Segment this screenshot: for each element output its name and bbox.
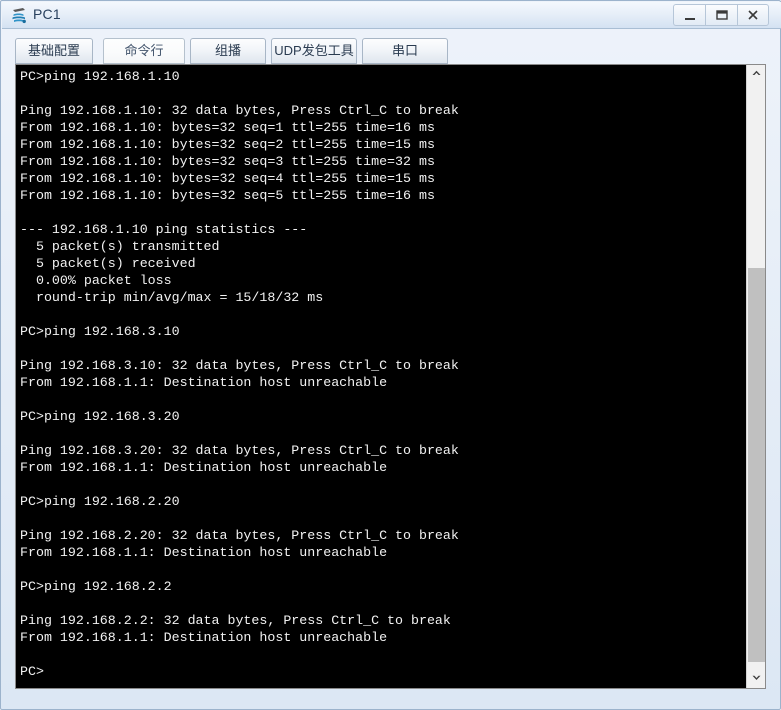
window-title: PC1 [33,6,61,22]
tab-label: UDP发包工具 [274,43,354,58]
close-icon [748,10,758,20]
pc-device-icon [10,6,29,25]
tab-command-line[interactable]: 命令行 [103,38,185,64]
scroll-up-button[interactable] [747,65,765,83]
tab-label: 命令行 [124,43,164,58]
client-area: 基础配置 命令行 组播 UDP发包工具 串口 PC>ping 192.168.1… [9,30,774,703]
minimize-button[interactable] [673,4,705,26]
tab-basic-config[interactable]: 基础配置 [15,38,93,64]
minimize-icon [684,18,695,20]
tab-label: 组播 [214,43,241,58]
scrollbar-thumb[interactable] [748,268,765,662]
tab-serial-port[interactable]: 串口 [362,38,448,64]
vertical-scrollbar[interactable] [746,65,765,688]
maximize-icon [715,10,728,20]
scroll-down-button[interactable] [747,670,765,688]
close-button[interactable] [737,4,769,26]
console-panel: PC>ping 192.168.1.10 Ping 192.168.1.10: … [15,64,766,689]
chevron-down-icon [752,675,760,680]
tab-label: 串口 [391,43,418,58]
tab-label: 基础配置 [27,43,80,58]
terminal-text: PC>ping 192.168.1.10 Ping 192.168.1.10: … [20,69,459,679]
tab-bar: 基础配置 命令行 组播 UDP发包工具 串口 [15,38,765,66]
tab-udp-tool[interactable]: UDP发包工具 [271,38,357,64]
title-bar: PC1 [2,2,781,29]
terminal-output[interactable]: PC>ping 192.168.1.10 Ping 192.168.1.10: … [16,65,748,688]
maximize-button[interactable] [705,4,737,26]
tab-multicast[interactable]: 组播 [190,38,266,64]
chevron-up-icon [752,70,760,75]
pc1-window: PC1 基础配置 命令行 组播 UDP发包工具 串口 PC>ping 192.1… [0,0,781,710]
